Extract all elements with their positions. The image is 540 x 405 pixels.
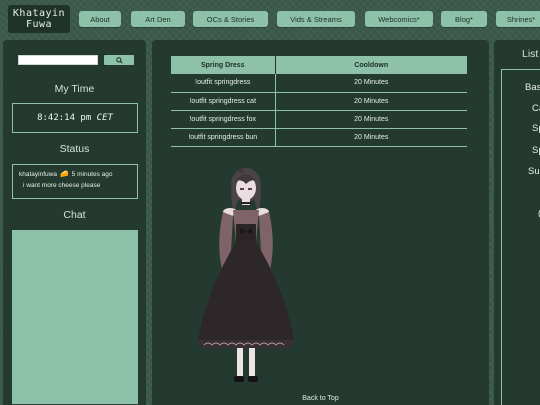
- list-item[interactable]: Ca: [532, 103, 540, 114]
- list-item[interactable]: Su: [528, 166, 540, 177]
- list-item[interactable]: Sp: [532, 123, 540, 134]
- table-row: !outfit springdress bun 20 Minutes: [171, 128, 467, 147]
- nav-about[interactable]: About: [79, 11, 121, 27]
- nav-ocs-stories[interactable]: OCs & Stories: [193, 11, 268, 27]
- command-cell: !outfit springdress cat: [171, 92, 276, 111]
- table-header-row: Spring Dress Cooldown: [171, 56, 467, 74]
- left-sidebar: My Time 8:42:14 pm CET Status khatayinfu…: [3, 40, 146, 405]
- status-heading: Status: [59, 143, 90, 155]
- nav-shrines[interactable]: Shrines*: [496, 11, 540, 27]
- chat-heading: Chat: [63, 209, 86, 221]
- list-box: Bas Ca Sp Sp Su (: [501, 69, 540, 405]
- clock-timezone: CET: [96, 113, 113, 123]
- status-emoji: 🧀: [59, 171, 69, 178]
- character-outfit-image: [198, 167, 294, 382]
- table-row: !outfit springdress 20 Minutes: [171, 74, 467, 93]
- list-item[interactable]: Bas: [525, 82, 540, 93]
- column-header: Cooldown: [275, 56, 467, 74]
- cooldown-cell: 20 Minutes: [275, 92, 467, 111]
- back-to-top-link[interactable]: Back to Top: [152, 395, 489, 402]
- clock-time: 8:42:14 pm: [37, 113, 92, 123]
- column-header: Spring Dress: [171, 56, 276, 74]
- command-cell: !outfit springdress bun: [171, 128, 276, 147]
- nav-art-den[interactable]: Art Den: [131, 11, 185, 27]
- commands-table: Spring Dress Cooldown !outfit springdres…: [171, 56, 467, 147]
- nav-vids-streams[interactable]: Vids & Streams: [277, 11, 355, 27]
- cooldown-cell: 20 Minutes: [275, 74, 467, 93]
- search-input[interactable]: [18, 55, 98, 65]
- my-time-heading: My Time: [54, 83, 95, 95]
- command-cell: !outfit springdress fox: [171, 110, 276, 129]
- search-icon: [115, 56, 123, 64]
- table-row: !outfit springdress fox 20 Minutes: [171, 110, 467, 129]
- nav-blog[interactable]: Blog*: [441, 11, 487, 27]
- command-cell: !outfit springdress: [171, 74, 276, 93]
- list-heading: List: [522, 48, 539, 60]
- table-row: !outfit springdress cat 20 Minutes: [171, 92, 467, 111]
- main-content: Spring Dress Cooldown !outfit springdres…: [152, 40, 489, 405]
- status-user[interactable]: khatayinfuwa: [19, 171, 57, 178]
- search-form: [18, 55, 138, 65]
- cooldown-cell: 20 Minutes: [275, 110, 467, 129]
- nav-webcomics[interactable]: Webcomics*: [365, 11, 433, 27]
- search-button[interactable]: [104, 55, 134, 65]
- main-nav: About Art Den OCs & Stories Vids & Strea…: [0, 11, 540, 27]
- cooldown-cell: 20 Minutes: [275, 128, 467, 147]
- right-sidebar: List Bas Ca Sp Sp Su (: [494, 40, 540, 405]
- status-time-ago: 5 minutes ago: [71, 170, 113, 178]
- clock-box: 8:42:14 pm CET: [12, 103, 138, 133]
- status-box: khatayinfuwa 🧀 5 minutes ago i want more…: [12, 164, 138, 199]
- status-text: i want more cheese please: [23, 182, 101, 189]
- site-header: Khatayin Fuwa About Art Den OCs & Storie…: [0, 0, 540, 38]
- chat-widget[interactable]: [12, 230, 138, 405]
- list-item[interactable]: Sp: [532, 145, 540, 156]
